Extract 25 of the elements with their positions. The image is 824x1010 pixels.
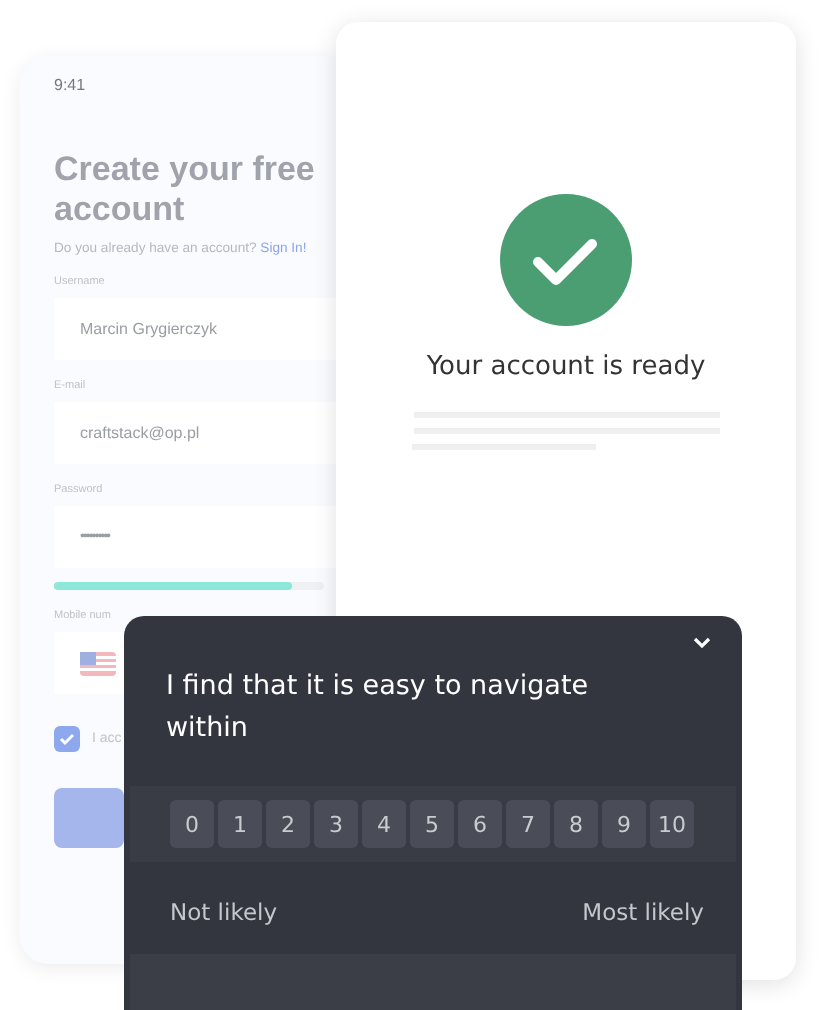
flag-icon xyxy=(80,651,116,675)
rating-option[interactable]: 5 xyxy=(410,800,454,848)
rating-option[interactable]: 10 xyxy=(650,800,694,848)
rating-option[interactable]: 2 xyxy=(266,800,310,848)
phone-field[interactable] xyxy=(54,632,124,694)
checkmark-icon xyxy=(58,730,76,748)
checkmark-icon xyxy=(500,194,632,326)
form-title: Create your free account xyxy=(54,150,317,230)
rating-option[interactable]: 7 xyxy=(506,800,550,848)
rating-option[interactable]: 8 xyxy=(554,800,598,848)
rating-option[interactable]: 1 xyxy=(218,800,262,848)
status-time: 9:41 xyxy=(54,76,88,94)
rating-option[interactable]: 0 xyxy=(170,800,214,848)
scale-high-label: Most likely xyxy=(582,898,704,926)
input-field[interactable]: craftstack@op.pl xyxy=(54,402,336,464)
survey-question: I find that it is easy to navigate within xyxy=(166,668,591,748)
rating-option[interactable]: 4 xyxy=(362,800,406,848)
chevron-down-icon[interactable] xyxy=(692,636,712,650)
terms-checkbox[interactable] xyxy=(54,726,80,752)
scale-low-label: Not likely xyxy=(170,898,278,926)
rating-option[interactable]: 3 xyxy=(314,800,358,848)
rating-option[interactable]: 6 xyxy=(458,800,502,848)
rating-option[interactable]: 9 xyxy=(602,800,646,848)
success-message: Your account is ready xyxy=(426,352,706,382)
input-field[interactable]: Marcin Grygierczyk xyxy=(54,298,336,360)
